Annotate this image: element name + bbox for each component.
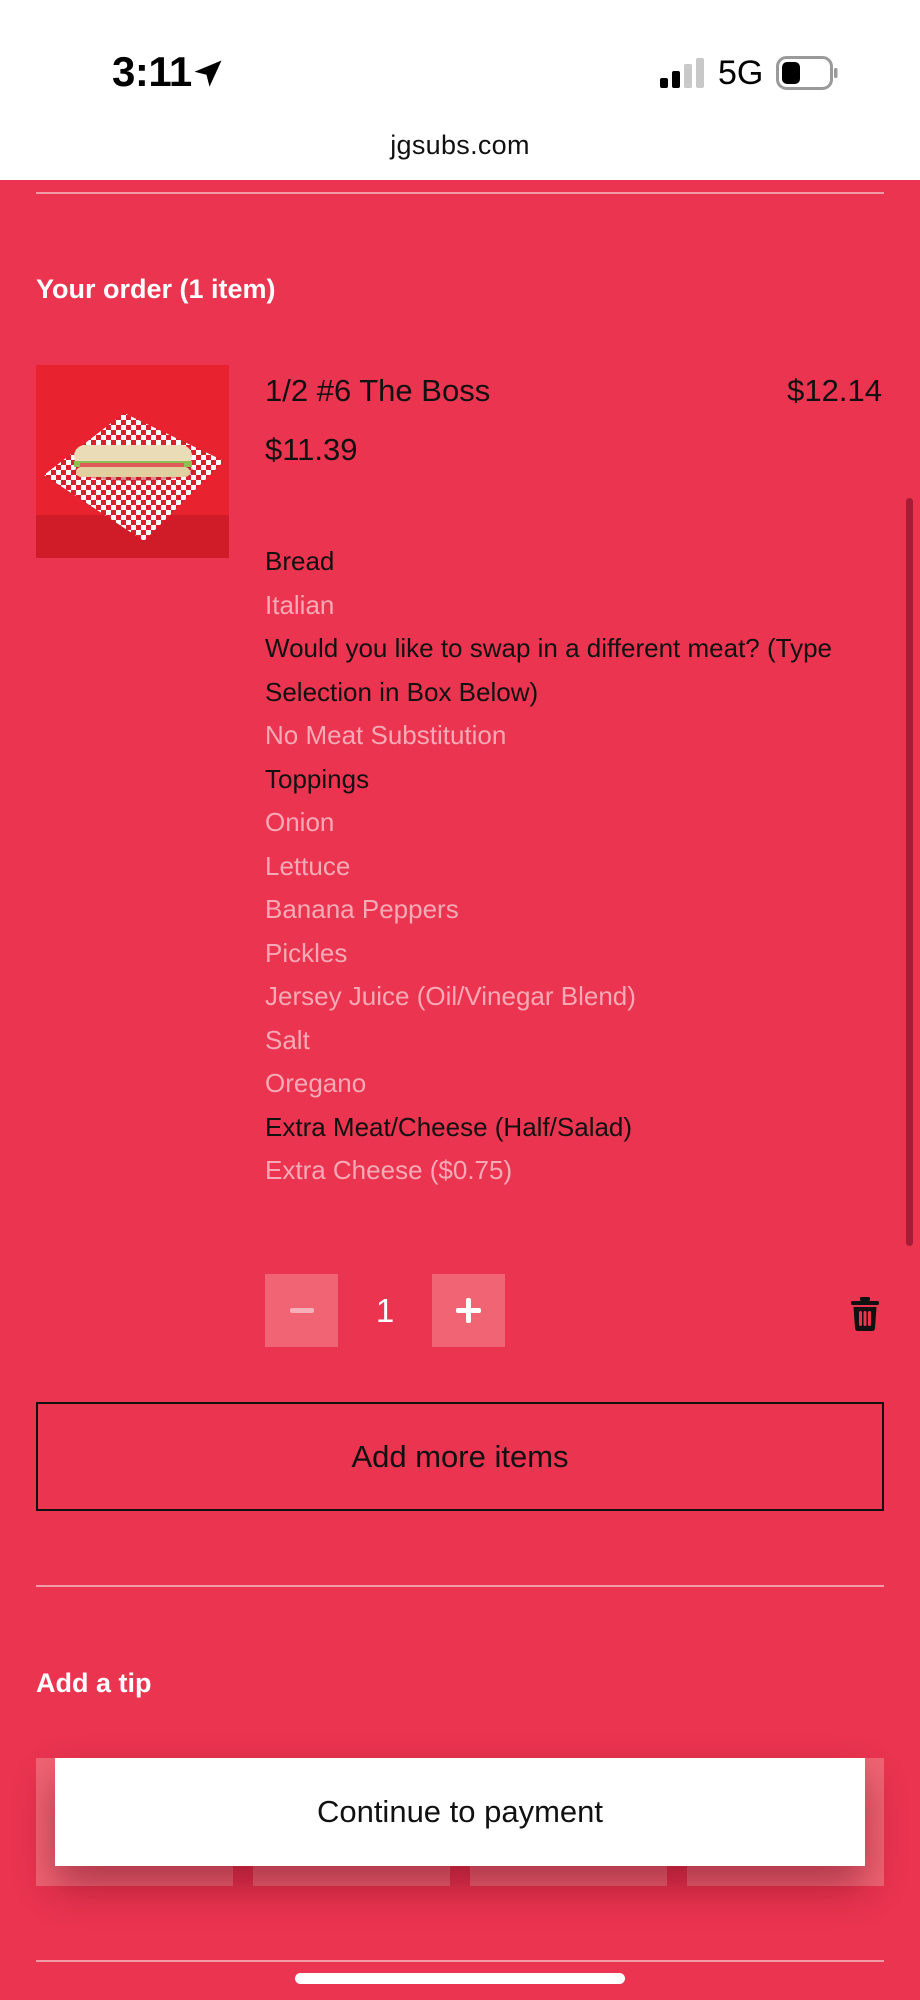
plus-icon-stroke: [466, 1298, 471, 1323]
add-more-items-button[interactable]: Add more items: [36, 1402, 884, 1511]
option-value: Jersey Juice (Oil/Vinegar Blend): [265, 981, 636, 1011]
status-time: 3:11: [112, 48, 192, 95]
scrollbar[interactable]: [906, 498, 913, 1246]
item-thumbnail: [36, 365, 229, 558]
signal-icon: [660, 58, 704, 88]
minus-icon: [289, 1308, 314, 1313]
network-label: 5G: [718, 54, 764, 92]
option-heading: Extra Meat/Cheese (Half/Salad): [265, 1111, 633, 1142]
status-bar: 3:11 5G jgsubs.com: [0, 0, 920, 180]
location-arrow-icon: [194, 60, 222, 87]
option-value: Italian: [265, 589, 335, 620]
divider: [36, 1960, 884, 1962]
item-name: 1/2 #6 The Boss: [265, 373, 491, 408]
option-heading: Would you like to swap in a different me…: [265, 633, 833, 707]
url-bar[interactable]: jgsubs.com: [0, 130, 920, 161]
item-base-price: $11.39: [265, 432, 358, 467]
divider: [36, 192, 884, 194]
option-value: No Meat Substitution: [265, 720, 507, 750]
option-value: Banana Peppers: [265, 894, 459, 924]
continue-to-payment-button[interactable]: Continue to payment: [55, 1758, 865, 1866]
item-options: Bread Italian Would you like to swap in …: [265, 540, 885, 1193]
option-heading: Bread: [265, 546, 335, 576]
option-value: Oregano: [265, 1068, 367, 1098]
quantity-decrease-button[interactable]: [265, 1274, 338, 1347]
quantity-value: 1: [375, 1292, 395, 1329]
battery-icon: [776, 56, 838, 90]
option-value: Extra Cheese ($0.75): [265, 1155, 513, 1185]
trash-icon[interactable]: [850, 1297, 880, 1331]
item-total: $12.14: [787, 373, 882, 408]
option-value: Onion: [265, 807, 335, 837]
option-heading: Toppings: [265, 763, 370, 794]
order-title: Your order (1 item): [36, 274, 276, 304]
option-value: Lettuce: [265, 850, 351, 881]
option-value: Pickles: [265, 937, 348, 968]
option-value: Salt: [265, 1024, 310, 1055]
tip-title: Add a tip: [36, 1668, 152, 1698]
home-indicator[interactable]: [295, 1973, 625, 1984]
quantity-increase-button[interactable]: [432, 1274, 505, 1347]
divider: [36, 1585, 884, 1587]
